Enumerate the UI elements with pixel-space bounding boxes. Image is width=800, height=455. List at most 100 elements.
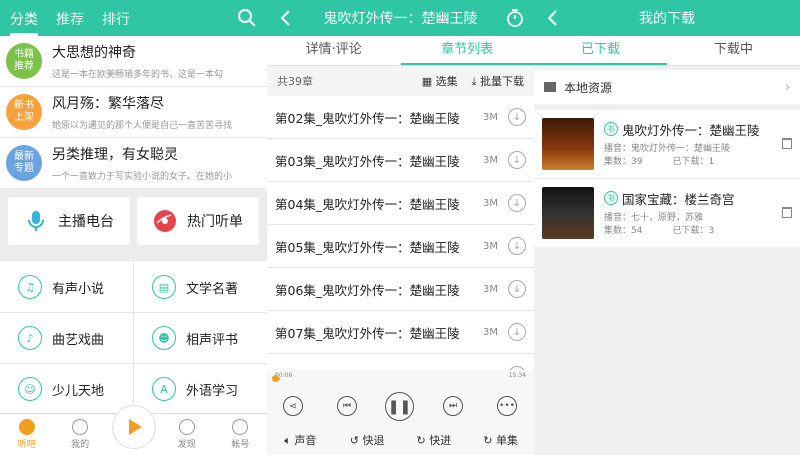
episode-size: 3M [483,240,498,252]
pause-icon[interactable]: ❚❚ [385,392,414,421]
recommendation-desc: 这是一本在欧美畅销多年的书，这是一本勾 [52,70,224,80]
download-item[interactable]: 书鬼吹灯外传一：楚幽王陵 播音：鬼吹灯外传一：楚幽王陵 集数：39 已下载：1 [534,110,800,178]
batch-download-button[interactable]: ⤓ 批量下载 [472,73,524,89]
category-label: 曲艺戏曲 [52,332,105,348]
home-topbar: 分类 推荐 排行 [0,0,267,36]
episode-title: 第05集_鬼吹灯外传一：楚幽王陵 [275,239,460,255]
local-resources-label: 本地资源 [564,80,613,95]
recommendation-item[interactable]: 新书 上架 风月殇：繁华落尽 她原以为遇见的那个人便是自己一直苦苦寻找 [0,87,267,138]
speaker-icon: 🔈︎ [284,434,291,447]
episode-title: 第03集_鬼吹灯外传一：楚幽王陵 [275,153,460,169]
category-item[interactable]: ♪ 曲艺戏曲 [0,313,133,363]
category-item[interactable]: ▤ 文学名著 [134,262,267,312]
grid-divider [133,262,134,415]
more-icon[interactable]: ••• [497,396,517,416]
recommendation-item[interactable]: 最新 专题 另类推理，有女聪灵 一个一直致力于写实验小说的女子。在她的小 [0,138,267,189]
forward-button[interactable]: ↻ 快进 [401,432,468,448]
vinyl-icon [154,210,176,232]
play-icon [129,419,142,435]
category-item[interactable]: ☻ 相声评书 [134,313,267,363]
single-episode-button[interactable]: ↻ 单集 [467,432,534,448]
nav-listen[interactable]: 听吧 [0,414,53,455]
radio-button[interactable]: 主播电台 [8,197,130,245]
recommendation-desc: 一个一直致力于写实验小说的女子。在她的小 [52,172,233,182]
folder-icon [544,82,556,92]
volume-button[interactable]: 🔈︎ 声音 [267,432,334,448]
recommendation-item[interactable]: 书籍 推荐 大思想的神奇 这是一本在欧美畅销多年的书，这是一本勾 [0,36,267,87]
download-icon[interactable]: ↓ [508,237,526,255]
tab-ranking[interactable]: 排行 [102,9,130,36]
category-item[interactable]: ☺ 少儿天地 [0,364,133,414]
download-announcer: 播音：鬼吹灯外传一：楚幽王陵 [604,143,731,154]
player-controls: ⋖ ⏮ ❚❚ ⏭ ••• [267,392,534,426]
category-label: 少儿天地 [52,383,105,399]
download-icon[interactable]: ↓ [508,323,526,341]
download-icon[interactable]: ↓ [508,280,526,298]
download-icon[interactable]: ↓ [508,108,526,126]
hot-list-label: 热门听单 [187,214,243,230]
local-resources-row[interactable]: 本地资源 › [534,70,800,104]
headphones-icon: ♫ [18,275,42,299]
download-tabs: 已下载 下载中 [534,36,800,66]
nav-mine[interactable]: 我的 [53,414,106,455]
grid-divider [0,363,267,364]
download-icon[interactable]: ↓ [508,151,526,169]
rewind-button[interactable]: ↺ 快退 [334,432,401,448]
select-episodes-button[interactable]: ▦ 选集 [422,73,458,89]
episode-row[interactable]: 第04集_鬼吹灯外传一：楚幽王陵 3M ↓ [267,182,534,225]
download-total: 集数：39 [604,156,643,167]
timer-icon[interactable] [506,8,524,28]
episode-size: 3M [483,326,498,338]
search-icon[interactable] [237,8,257,28]
download-icon[interactable]: ↓ [508,194,526,212]
play-fab[interactable] [112,405,156,449]
chevron-right-icon: › [785,80,790,94]
download-count: 已下载：3 [672,225,715,236]
page-title: 鬼吹灯外传一：楚幽王陵 [323,11,478,27]
tab-details[interactable]: 详情·评论 [267,36,401,65]
episode-row[interactable]: 第03集_鬼吹灯外传一：楚幽王陵 3M ↓ [267,139,534,182]
player-actions: 🔈︎ 声音 ↺ 快退 ↻ 快进 ↻ 单集 [267,432,534,448]
nav-label: 发现 [177,440,196,450]
tab-downloaded[interactable]: 已下载 [534,36,667,65]
hot-list-button[interactable]: 热门听单 [137,197,259,245]
episode-size: 3M [483,111,498,123]
next-icon[interactable]: ⏭ [443,396,463,416]
category-label: 有声小说 [52,281,105,297]
previous-icon[interactable]: ⏮ [337,396,357,416]
tab-downloading[interactable]: 下载中 [667,36,800,65]
download-item[interactable]: 书国家宝藏：楼兰奇宫 播音：七十，原野，苏雅 集数：54 已下载：3 [534,179,800,247]
category-item[interactable]: A 外语学习 [134,364,267,414]
trash-icon[interactable] [782,207,792,218]
home-panel: 分类 推荐 排行 书籍 推荐 大思想的神奇 这是一本在欧美畅销多年的书，这是一本勾新… [0,0,267,455]
back-arrow-icon[interactable] [277,9,295,27]
download-title: 国家宝藏：楼兰奇宫 [622,191,735,207]
category-label: 文学名著 [186,281,239,297]
detail-topbar: 鬼吹灯外传一：楚幽王陵 [267,0,534,36]
category-item[interactable]: ♫ 有声小说 [0,262,133,312]
listen-icon [18,419,35,435]
tab-chapters[interactable]: 章节列表 [400,36,534,65]
progress-knob[interactable] [272,375,279,382]
nav-discover[interactable]: 发现 [160,414,213,455]
rewind-icon: ↺ [349,434,359,447]
tab-category[interactable]: 分类 [10,9,38,36]
nav-account[interactable]: 帐号 [214,414,267,455]
share-icon[interactable]: ⋖ [283,396,303,416]
recommendation-desc: 她原以为遇见的那个人便是自己一直苦苦寻找 [52,121,233,131]
episode-row[interactable]: 第06集_鬼吹灯外传一：楚幽王陵 3M ↓ [267,268,534,311]
compass-icon [178,419,195,435]
episode-row[interactable]: 第02集_鬼吹灯外传一：楚幽王陵 3M ↓ [267,96,534,139]
trash-icon[interactable] [782,138,792,149]
detail-panel: 鬼吹灯外传一：楚幽王陵 详情·评论 章节列表 共39章 ▦ 选集 ⤓ 批量下载 … [267,0,534,455]
repeat-one-icon: ↻ [483,434,493,447]
tab-recommend[interactable]: 推荐 [56,9,84,36]
episode-title: 第04集_鬼吹灯外传一：楚幽王陵 [275,196,460,212]
back-arrow-icon[interactable] [544,9,562,27]
book-icon: 书 [604,122,618,136]
episode-title: 第02集_鬼吹灯外传一：楚幽王陵 [275,110,460,126]
account-icon [232,419,249,435]
episode-row[interactable]: 第07集_鬼吹灯外传一：楚幽王陵 3M ↓ [267,311,534,354]
episode-row[interactable]: 第05集_鬼吹灯外传一：楚幽王陵 3M ↓ [267,225,534,268]
episode-size: 3M [483,154,498,166]
